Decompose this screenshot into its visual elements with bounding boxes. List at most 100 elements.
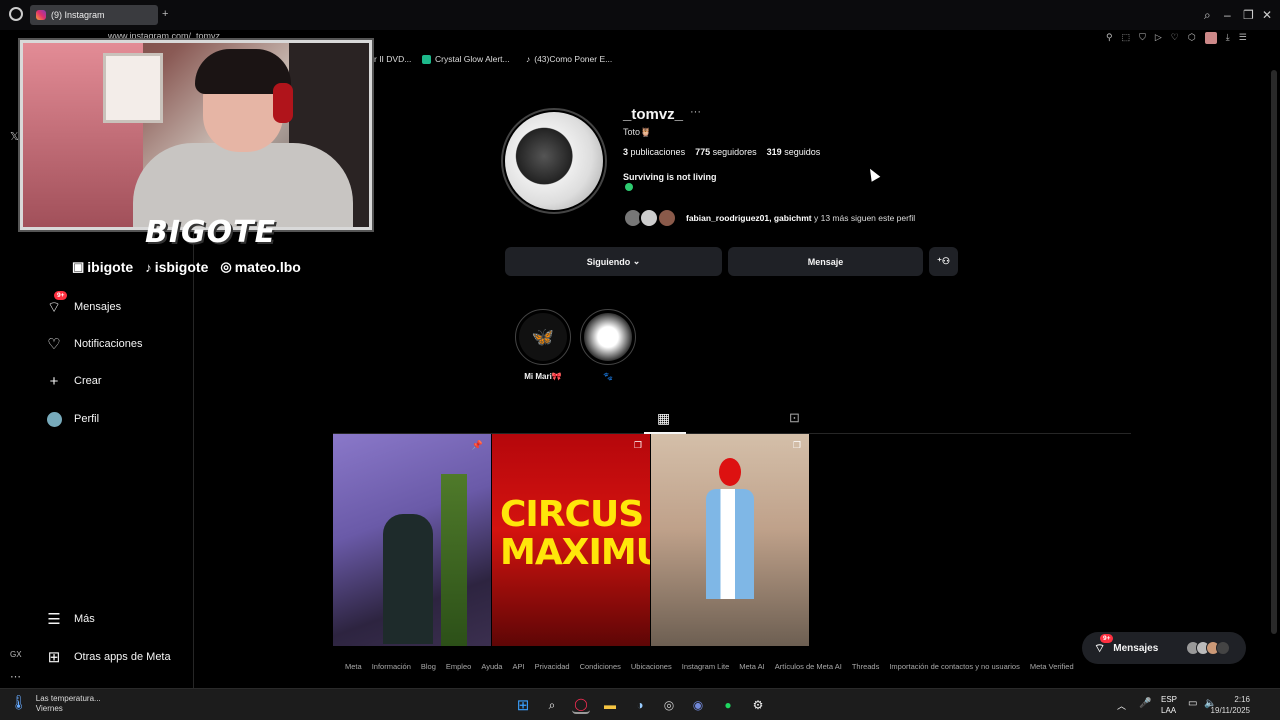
extensions-icon[interactable]: ⬡: [1188, 32, 1196, 44]
sidebar-item-label: Mensajes: [74, 301, 122, 313]
shield-icon[interactable]: ⛉: [1139, 32, 1146, 44]
social-handle: ♪ isbigote: [145, 259, 208, 275]
download-icon[interactable]: ⤓: [1226, 32, 1230, 44]
close-icon[interactable]: ✕: [1262, 8, 1272, 22]
footer-link[interactable]: Información: [372, 662, 411, 671]
x-twitter-icon[interactable]: 𝕏: [10, 130, 19, 143]
story-highlight[interactable]: 🦋: [515, 309, 571, 365]
sidebar-item-notificaciones[interactable]: ♡ Notificaciones: [46, 336, 143, 353]
opera-gx-icon[interactable]: ◯: [572, 696, 590, 714]
pin-icon: 📌: [471, 440, 483, 450]
search-tabs-icon[interactable]: ⌕: [1204, 8, 1211, 23]
followers-stat[interactable]: 775 seguidores: [695, 147, 757, 157]
settings-icon[interactable]: ⚙: [749, 696, 767, 714]
profile-avatar-image[interactable]: [505, 112, 603, 210]
search-icon[interactable]: ⌕: [543, 696, 561, 714]
sidebar-item-meta-apps[interactable]: ⊞ Otras apps de Meta: [46, 649, 171, 666]
carousel-icon: ❐: [633, 440, 642, 450]
microphone-icon[interactable]: 🎤: [1139, 698, 1151, 709]
footer-link[interactable]: Ayuda: [481, 662, 502, 671]
crystal-glow-icon: [422, 54, 431, 64]
post-thumbnail[interactable]: CIRCUSMAXIMUS ❐: [492, 434, 650, 646]
page-scrollbar[interactable]: [1271, 70, 1277, 634]
messages-floating-button[interactable]: ⌔ 9+ Mensajes: [1082, 632, 1246, 664]
sketch-icon: [584, 313, 632, 361]
bookmark-item[interactable]: Crystal Glow Alert...: [422, 54, 510, 64]
following-button[interactable]: Siguiendo ⌄: [505, 247, 722, 276]
social-handles: ▣ ibigote ♪ isbigote ◎ mateo.lbo: [72, 259, 301, 275]
followed-by-text[interactable]: fabian_roodriguez01, gabichmt y 13 más s…: [686, 213, 915, 223]
user-avatar-icon[interactable]: [1204, 32, 1217, 44]
heart-toolbar-icon[interactable]: ♡: [1171, 32, 1179, 44]
options-icon[interactable]: ···: [690, 106, 701, 118]
tagged-tab[interactable]: ⊡: [789, 410, 800, 426]
footer-link[interactable]: Empleo: [446, 662, 471, 671]
heart-icon: ♡: [47, 336, 61, 353]
webcam-window: [103, 53, 163, 123]
footer-link[interactable]: Meta AI: [739, 662, 764, 671]
footer-link[interactable]: Threads: [852, 662, 880, 671]
weather-widget[interactable]: 🌡 Las temperatura... Viernes: [10, 694, 101, 714]
post-thumbnail[interactable]: ❐: [651, 434, 809, 646]
minimize-icon[interactable]: –: [1224, 8, 1231, 22]
sidebar-item-crear[interactable]: + Crear: [46, 373, 102, 390]
network-icon[interactable]: ▭: [1188, 698, 1197, 709]
language-indicator[interactable]: ESP LAA: [1161, 694, 1177, 716]
posts-stat: 3 publicaciones: [623, 147, 686, 157]
social-handle: ▣ ibigote: [72, 259, 133, 275]
spotify-icon[interactable]: ●: [719, 696, 737, 714]
maximize-icon[interactable]: ❐: [1243, 8, 1254, 22]
footer-links: Meta Información Blog Empleo Ayuda API Privaci…: [345, 662, 1074, 671]
footer-link[interactable]: Condiciones: [580, 662, 621, 671]
new-tab-icon[interactable]: +: [162, 8, 168, 20]
tab-title: (9) Instagram: [51, 10, 105, 20]
more-dots-icon[interactable]: ⋯: [10, 670, 21, 683]
post-person: [706, 489, 754, 599]
story-highlight[interactable]: [580, 309, 636, 365]
messages-pill-badge: 9+: [1100, 633, 1114, 643]
apps-grid-icon: ⊞: [47, 649, 61, 666]
following-stat[interactable]: 319 seguidos: [767, 147, 821, 157]
messages-icon: ⌔ 9+: [46, 291, 68, 316]
sidebar-item-label: Más: [74, 613, 95, 625]
add-user-button[interactable]: ⁺⚇: [929, 247, 958, 276]
footer-link[interactable]: Meta: [345, 662, 362, 671]
message-button[interactable]: Mensaje: [728, 247, 923, 276]
footer-link[interactable]: Instagram Lite: [682, 662, 730, 671]
footer-link[interactable]: API: [512, 662, 524, 671]
footer-link[interactable]: Privacidad: [535, 662, 570, 671]
menu-icon[interactable]: ☰: [1239, 32, 1247, 44]
browser-tab[interactable]: (9) Instagram: [30, 5, 158, 25]
mutual-followers-avatars[interactable]: [623, 208, 683, 228]
posts-grid-tab[interactable]: ▦: [657, 410, 670, 427]
discord-icon[interactable]: ◉: [689, 696, 707, 714]
pin-toolbar-icon[interactable]: ⚲: [1106, 32, 1113, 44]
messages-pill-label: Mensajes: [1113, 642, 1159, 654]
bookmark-item[interactable]: r II DVD...: [374, 54, 411, 64]
tray-chevron-icon[interactable]: ︿: [1117, 699, 1126, 712]
obs-icon[interactable]: ◎: [660, 696, 678, 714]
footer-link[interactable]: Importación de contactos y no usuarios: [889, 662, 1020, 671]
bookmark-item[interactable]: ♪ (43)Como Poner E...: [526, 54, 612, 64]
clock[interactable]: 2:16 19/11/2025: [1211, 694, 1250, 716]
windows-start-icon[interactable]: ⊞: [514, 696, 532, 714]
file-explorer-icon[interactable]: ▬: [601, 696, 619, 714]
play-icon[interactable]: ▷: [1155, 32, 1162, 44]
footer-link[interactable]: Artículos de Meta AI: [775, 662, 842, 671]
sidebar-item-perfil[interactable]: Perfil: [46, 411, 99, 427]
opera-logo-icon[interactable]: [9, 7, 23, 21]
sidebar-item-mas[interactable]: ☰ Más: [46, 611, 95, 628]
profile-bio: Surviving is not living: [623, 172, 717, 182]
sidebar-item-label: Notificaciones: [74, 338, 143, 350]
thermometer-icon: 🌡: [10, 694, 28, 710]
steam-icon[interactable]: ◑: [631, 696, 649, 714]
windows-taskbar: 🌡 Las temperatura... Viernes ⊞ ⌕ ◯ ▬ ◑ ◎ …: [0, 688, 1280, 720]
post-thumbnail[interactable]: 📌: [333, 434, 491, 646]
footer-link[interactable]: Blog: [421, 662, 436, 671]
footer-link[interactable]: Meta Verified: [1030, 662, 1074, 671]
footer-link[interactable]: Ubicaciones: [631, 662, 672, 671]
snapshot-icon[interactable]: ⬚: [1122, 32, 1131, 44]
sidebar-item-mensajes[interactable]: ⌔ 9+ Mensajes: [46, 291, 122, 316]
profile-username: _tomvz_: [623, 106, 684, 123]
gx-icon[interactable]: GX: [10, 650, 22, 659]
